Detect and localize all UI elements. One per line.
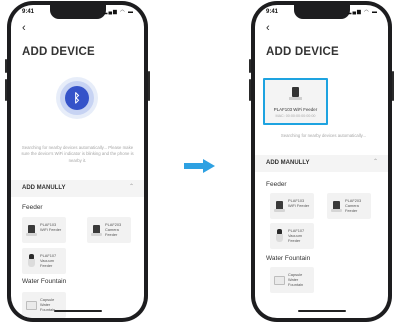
found-device-card[interactable]: PLAF103 WiFi Feeder MAC: 00:00:00:00:00:…	[263, 78, 328, 125]
device-tile-capsule[interactable]: Capsule Water Fountain	[22, 292, 66, 318]
device-name: PLAF103 WiFi Feeder	[40, 222, 62, 232]
page-title: ADD DEVICE	[266, 46, 339, 58]
phone-left: 9:41 ▂▄▆ ◠ ▬ ‹ ADD DEVICE ᛒ Searching fo…	[5, 1, 150, 322]
feeder-icon	[26, 223, 37, 236]
volume-button	[249, 59, 251, 73]
device-tile-plaf103[interactable]: PLAF103 WiFi Feeder	[22, 217, 66, 243]
device-tile-plaf103[interactable]: PLAF103 WiFi Feeder	[270, 193, 314, 219]
volume-button	[249, 79, 251, 101]
camera-feeder-icon	[91, 223, 102, 236]
section-water-fountain: Water Fountain	[22, 278, 67, 285]
section-feeder: Feeder	[266, 181, 287, 188]
device-tile-plaf107[interactable]: PLAF107 Vacuum Feeder	[22, 248, 66, 274]
volume-button	[5, 79, 7, 101]
bluetooth-icon: ᛒ	[65, 86, 89, 110]
fountain-icon	[274, 273, 285, 286]
device-name: Capsule Water Fountain	[288, 272, 304, 287]
device-name: PLAF203 Camera Feeder	[105, 222, 122, 237]
screen-found: 9:41 ▂▄▆ ◠ ▬ ‹ ADD DEVICE PLAF103 WiFi F…	[255, 5, 388, 318]
phone-right: 9:41 ▂▄▆ ◠ ▬ ‹ ADD DEVICE PLAF103 WiFi F…	[249, 1, 394, 322]
add-manually-header[interactable]: ADD MANULLY ⌃	[11, 180, 144, 197]
volume-button	[5, 59, 7, 73]
section-water-fountain: Water Fountain	[266, 255, 311, 262]
vacuum-feeder-icon	[274, 229, 285, 242]
device-name: PLAF107 Vacuum Feeder	[40, 253, 57, 268]
chevron-up-icon[interactable]: ⌃	[373, 158, 378, 165]
back-icon[interactable]: ‹	[266, 23, 270, 34]
status-time: 9:41	[266, 9, 279, 15]
device-tile-plaf203[interactable]: PLAF203 Camera Feeder	[87, 217, 131, 243]
bluetooth-scan-indicator: ᛒ	[56, 77, 98, 119]
status-time: 9:41	[22, 9, 35, 15]
back-icon[interactable]: ‹	[22, 23, 26, 34]
notch	[293, 5, 350, 19]
screen-scanning: 9:41 ▂▄▆ ◠ ▬ ‹ ADD DEVICE ᛒ Searching fo…	[11, 5, 144, 318]
device-name: PLAF103 WiFi Feeder	[288, 198, 310, 208]
found-device-mac: MAC: 00:00:00:00:00:00	[275, 114, 316, 118]
device-name: PLAF107 Vacuum Feeder	[288, 228, 305, 243]
scan-hint: Searching for nearby devices automatical…	[21, 145, 134, 163]
power-button	[148, 71, 150, 101]
feeder-icon	[274, 199, 285, 212]
device-tile-plaf203[interactable]: PLAF203 Camera Feeder	[327, 193, 371, 219]
device-tile-plaf107[interactable]: PLAF107 Vacuum Feeder	[270, 223, 314, 249]
power-button	[392, 71, 394, 101]
add-manually-header[interactable]: ADD MANULLY ⌃	[255, 155, 388, 172]
home-indicator[interactable]	[297, 310, 346, 312]
feeder-icon	[289, 86, 302, 101]
scan-hint: Searching for nearby devices automatical…	[280, 133, 367, 138]
arrow-right-icon	[184, 159, 216, 173]
device-tile-capsule[interactable]: Capsule Water Fountain	[270, 267, 314, 293]
section-feeder: Feeder	[22, 204, 43, 211]
camera-feeder-icon	[331, 199, 342, 212]
page-title: ADD DEVICE	[22, 46, 95, 58]
status-icons: ▂▄▆ ◠ ▬	[347, 9, 378, 15]
home-indicator[interactable]	[53, 310, 102, 312]
chevron-up-icon[interactable]: ⌃	[129, 183, 134, 190]
device-name: PLAF203 Camera Feeder	[345, 198, 362, 213]
found-device-name: PLAF103 WiFi Feeder	[273, 107, 318, 112]
vacuum-feeder-icon	[26, 254, 37, 267]
add-manually-label: ADD MANULLY	[266, 160, 310, 166]
fountain-icon	[26, 298, 37, 311]
status-icons: ▂▄▆ ◠ ▬	[103, 9, 134, 15]
notch	[49, 5, 106, 19]
add-manually-label: ADD MANULLY	[22, 185, 66, 191]
